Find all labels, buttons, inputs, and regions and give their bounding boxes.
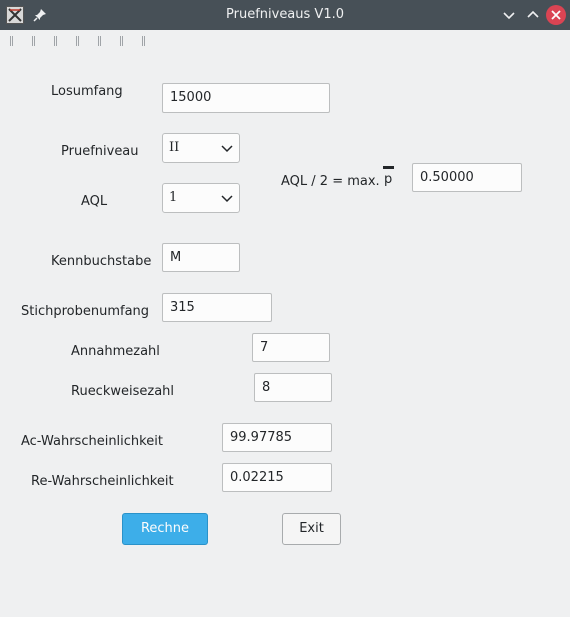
window-title: Pruefniveaus V1.0	[226, 7, 344, 22]
pruefniveau-value: II	[169, 140, 180, 155]
toolbar-handle[interactable]	[54, 36, 57, 46]
p-bar-symbol: p	[380, 166, 396, 190]
stichprobenumfang-output[interactable]: 315	[162, 293, 272, 322]
toolbar-handle[interactable]	[76, 36, 79, 46]
toolbar-handle[interactable]	[98, 36, 101, 46]
annahmezahl-output[interactable]: 7	[252, 333, 330, 362]
stichprobenumfang-label: Stichprobenumfang	[21, 304, 150, 319]
toolbar-handle[interactable]	[10, 36, 13, 46]
minimize-icon[interactable]	[500, 6, 518, 24]
pruefniveau-label: Pruefniveau	[61, 144, 139, 159]
rueckweisezahl-label: Rueckweisezahl	[71, 384, 175, 399]
kennbuchstabe-output[interactable]: M	[162, 243, 240, 272]
annahmezahl-label: Annahmezahl	[71, 344, 160, 359]
chevron-down-icon	[221, 145, 233, 153]
aql-select[interactable]: 1	[162, 183, 240, 213]
close-icon[interactable]	[546, 5, 566, 25]
p-bar-overline	[383, 166, 394, 169]
exit-button[interactable]: Exit	[282, 513, 341, 545]
chevron-down-icon	[221, 195, 233, 203]
maximize-icon[interactable]	[524, 6, 542, 24]
p-symbol: p	[384, 172, 393, 187]
re-wahrscheinlichkeit-label: Re-Wahrscheinlichkeit	[31, 474, 174, 489]
toolbar-handle[interactable]	[32, 36, 35, 46]
aql-value: 1	[169, 190, 178, 205]
title-bar: Pruefniveaus V1.0	[0, 0, 570, 30]
aql-label: AQL	[81, 194, 108, 209]
toolbar-handle[interactable]	[142, 36, 145, 46]
pruefniveau-select[interactable]: II	[162, 133, 240, 163]
kennbuchstabe-label: Kennbuchstabe	[51, 254, 152, 269]
rueckweisezahl-output[interactable]: 8	[254, 373, 332, 402]
ac-wahrscheinlichkeit-output[interactable]: 99.97785	[222, 423, 332, 452]
ac-wahrscheinlichkeit-label: Ac-Wahrscheinlichkeit	[21, 434, 163, 449]
rechne-button[interactable]: Rechne	[122, 513, 208, 545]
aql-half-label: AQL / 2 = max.	[281, 174, 380, 189]
losumfang-label: Losumfang	[51, 84, 123, 99]
aql-half-output[interactable]: 0.50000	[412, 163, 522, 192]
losumfang-input[interactable]: 15000	[162, 83, 330, 113]
re-wahrscheinlichkeit-output[interactable]: 0.02215	[222, 463, 332, 492]
toolbar-handle[interactable]	[120, 36, 123, 46]
